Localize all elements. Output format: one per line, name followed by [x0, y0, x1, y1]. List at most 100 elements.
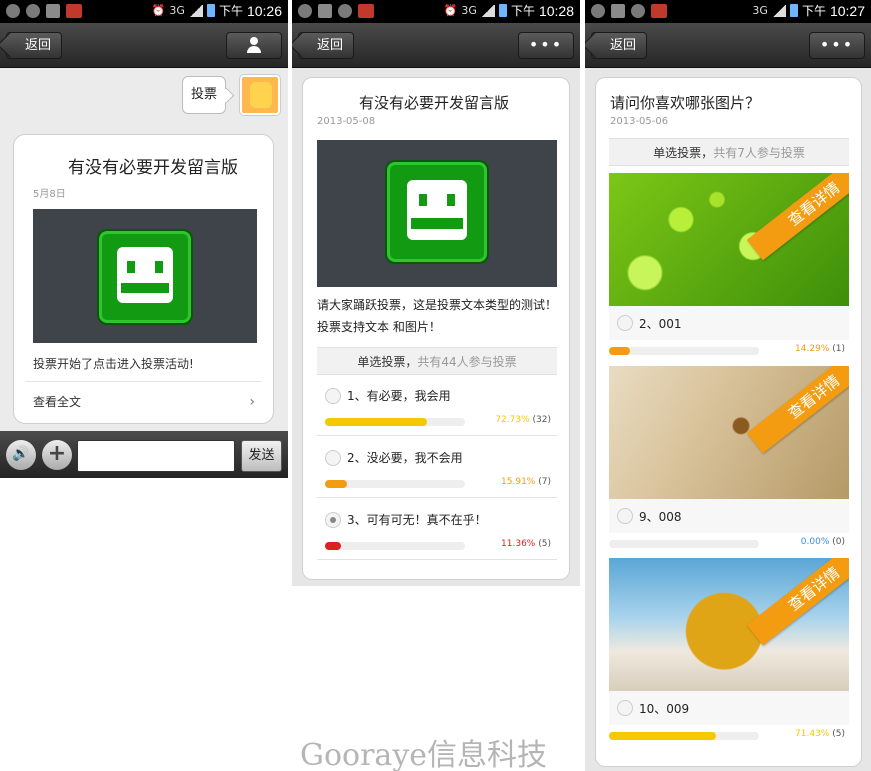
- progress-track: [325, 542, 465, 550]
- cover-image: [33, 209, 257, 343]
- vote-option[interactable]: 2、没必要，我不会用 15.91% (7): [317, 438, 557, 498]
- vote-type: 单选投票，: [653, 146, 714, 160]
- option-image-water-drops[interactable]: 查看详情: [609, 173, 849, 306]
- vote-option[interactable]: 9、008: [609, 499, 849, 533]
- clock: 10:28: [538, 2, 574, 19]
- alarm-icon: ⏰: [443, 4, 458, 17]
- chat-bubble[interactable]: 投票: [182, 76, 226, 114]
- app-badge-icon: [651, 4, 667, 18]
- profile-button[interactable]: [226, 32, 282, 59]
- more-button[interactable]: •••: [809, 32, 865, 59]
- card-title: 有没有必要开发留言版: [68, 158, 238, 178]
- battery-icon: [789, 4, 798, 17]
- clock: 10:26: [246, 2, 282, 19]
- vote-detail-card: 有没有必要开发留言版 2013-05-08 请大家踊跃投票，这是投票文本类型的测…: [302, 77, 570, 580]
- percentage: 72.73% (32): [495, 415, 551, 425]
- app-icon: [338, 4, 352, 18]
- card-date: 5月8日: [33, 189, 66, 200]
- percentage: 14.29% (1): [795, 344, 845, 354]
- back-button[interactable]: 返回: [298, 32, 355, 59]
- message-input[interactable]: [77, 440, 235, 472]
- plus-button[interactable]: +: [42, 440, 72, 470]
- back-button[interactable]: 返回: [591, 32, 648, 59]
- ampm-label: 下午: [801, 4, 826, 18]
- radio-button[interactable]: [325, 450, 341, 466]
- screenshot-root: ⏰ 3G 下午 10:26 返回 投票 有没有必要开发留言版 5月8日 投票开始…: [0, 0, 871, 771]
- radio-button[interactable]: [617, 508, 633, 524]
- progress-fill: [325, 542, 341, 550]
- vote-type: 单选投票，: [357, 355, 418, 369]
- image-icon: [318, 4, 332, 18]
- input-bar: 🔊 + 发送: [0, 431, 288, 478]
- notification-icon: [298, 4, 312, 18]
- progress-fill: [325, 480, 347, 488]
- progress-track: [609, 347, 759, 355]
- option-result: 0.00% (0): [609, 534, 849, 554]
- radio-button[interactable]: [617, 315, 633, 331]
- option-label: 10、009: [639, 702, 690, 716]
- vote-option[interactable]: 1、有必要，我会用 72.73% (32): [317, 376, 557, 436]
- progress-track: [609, 540, 759, 548]
- option-label: 1、有必要，我会用: [347, 389, 451, 403]
- option-result: 14.29% (1): [609, 341, 849, 361]
- option-label: 9、008: [639, 510, 682, 524]
- percentage: 0.00% (0): [800, 537, 845, 547]
- vote-option[interactable]: 3、可有可无！真不在乎！ 11.36% (5): [317, 500, 557, 560]
- option-label: 3、可有可无！真不在乎！: [347, 513, 487, 527]
- option-image-butterfly[interactable]: 查看详情: [609, 366, 849, 499]
- progress-fill: [325, 418, 427, 426]
- notification-icon: [591, 4, 605, 18]
- chat-area: 投票 有没有必要开发留言版 5月8日 投票开始了点击进入投票活动! 查看全文 ›: [0, 68, 288, 431]
- ampm-label: 下午: [510, 4, 535, 18]
- app-logo-icon: [385, 160, 489, 264]
- person-icon: [246, 37, 262, 53]
- option-label: 2、001: [639, 317, 682, 331]
- detail-ribbon[interactable]: 查看详情: [746, 173, 849, 261]
- radio-button[interactable]: [325, 388, 341, 404]
- percentage: 71.43% (5): [795, 729, 845, 739]
- vote-title: 请问你喜欢哪张图片？: [610, 94, 761, 112]
- radio-button[interactable]: [325, 512, 341, 528]
- signal-icon: [771, 4, 786, 17]
- radio-button[interactable]: [617, 700, 633, 716]
- percentage: 15.91% (7): [501, 477, 551, 487]
- signal-icon: [188, 4, 203, 17]
- battery-icon: [206, 4, 215, 17]
- option-label: 2、没必要，我不会用: [347, 451, 463, 465]
- chevron-right-icon: ›: [249, 394, 255, 410]
- network-label: 3G: [461, 4, 477, 17]
- vote-date: 2013-05-08: [317, 116, 376, 127]
- network-label: 3G: [169, 4, 185, 17]
- option-image-globe[interactable]: 查看详情: [609, 558, 849, 691]
- ampm-label: 下午: [218, 4, 243, 18]
- phone-text-vote: ⏰ 3G 下午 10:28 返回 ••• 有没有必要开发留言版 2013-05-…: [292, 0, 580, 586]
- notification-icon: [6, 4, 20, 18]
- vote-header: 单选投票，共有7人参与投票: [609, 138, 849, 166]
- clock: 10:27: [829, 2, 865, 19]
- app-logo-icon: [97, 229, 193, 325]
- avatar[interactable]: [240, 75, 280, 115]
- image-icon: [46, 4, 60, 18]
- vote-card[interactable]: 有没有必要开发留言版 5月8日 投票开始了点击进入投票活动! 查看全文 ›: [13, 134, 274, 424]
- more-button[interactable]: •••: [518, 32, 574, 59]
- detail-ribbon[interactable]: 查看详情: [746, 558, 849, 646]
- nav-bar: 返回: [0, 23, 288, 68]
- percentage: 11.36% (5): [501, 539, 551, 549]
- vote-header: 单选投票，共有44人参与投票: [317, 347, 557, 375]
- app-badge-icon: [66, 4, 82, 18]
- read-all-link[interactable]: 查看全文: [33, 393, 81, 410]
- voice-button[interactable]: 🔊: [6, 440, 36, 470]
- vote-date: 2013-05-06: [610, 116, 669, 127]
- app-badge-icon: [358, 4, 374, 18]
- option-result: 71.43% (5): [609, 726, 849, 746]
- vote-option[interactable]: 10、009: [609, 691, 849, 725]
- back-button[interactable]: 返回: [6, 32, 63, 59]
- vote-option[interactable]: 2、001: [609, 306, 849, 340]
- send-button[interactable]: 发送: [241, 440, 282, 472]
- card-description: 投票开始了点击进入投票活动!: [33, 357, 194, 371]
- divider: [26, 381, 261, 382]
- nav-bar: 返回 •••: [292, 23, 580, 68]
- detail-ribbon[interactable]: 查看详情: [746, 366, 849, 454]
- alarm-icon: ⏰: [151, 4, 166, 17]
- progress-fill: [609, 732, 716, 740]
